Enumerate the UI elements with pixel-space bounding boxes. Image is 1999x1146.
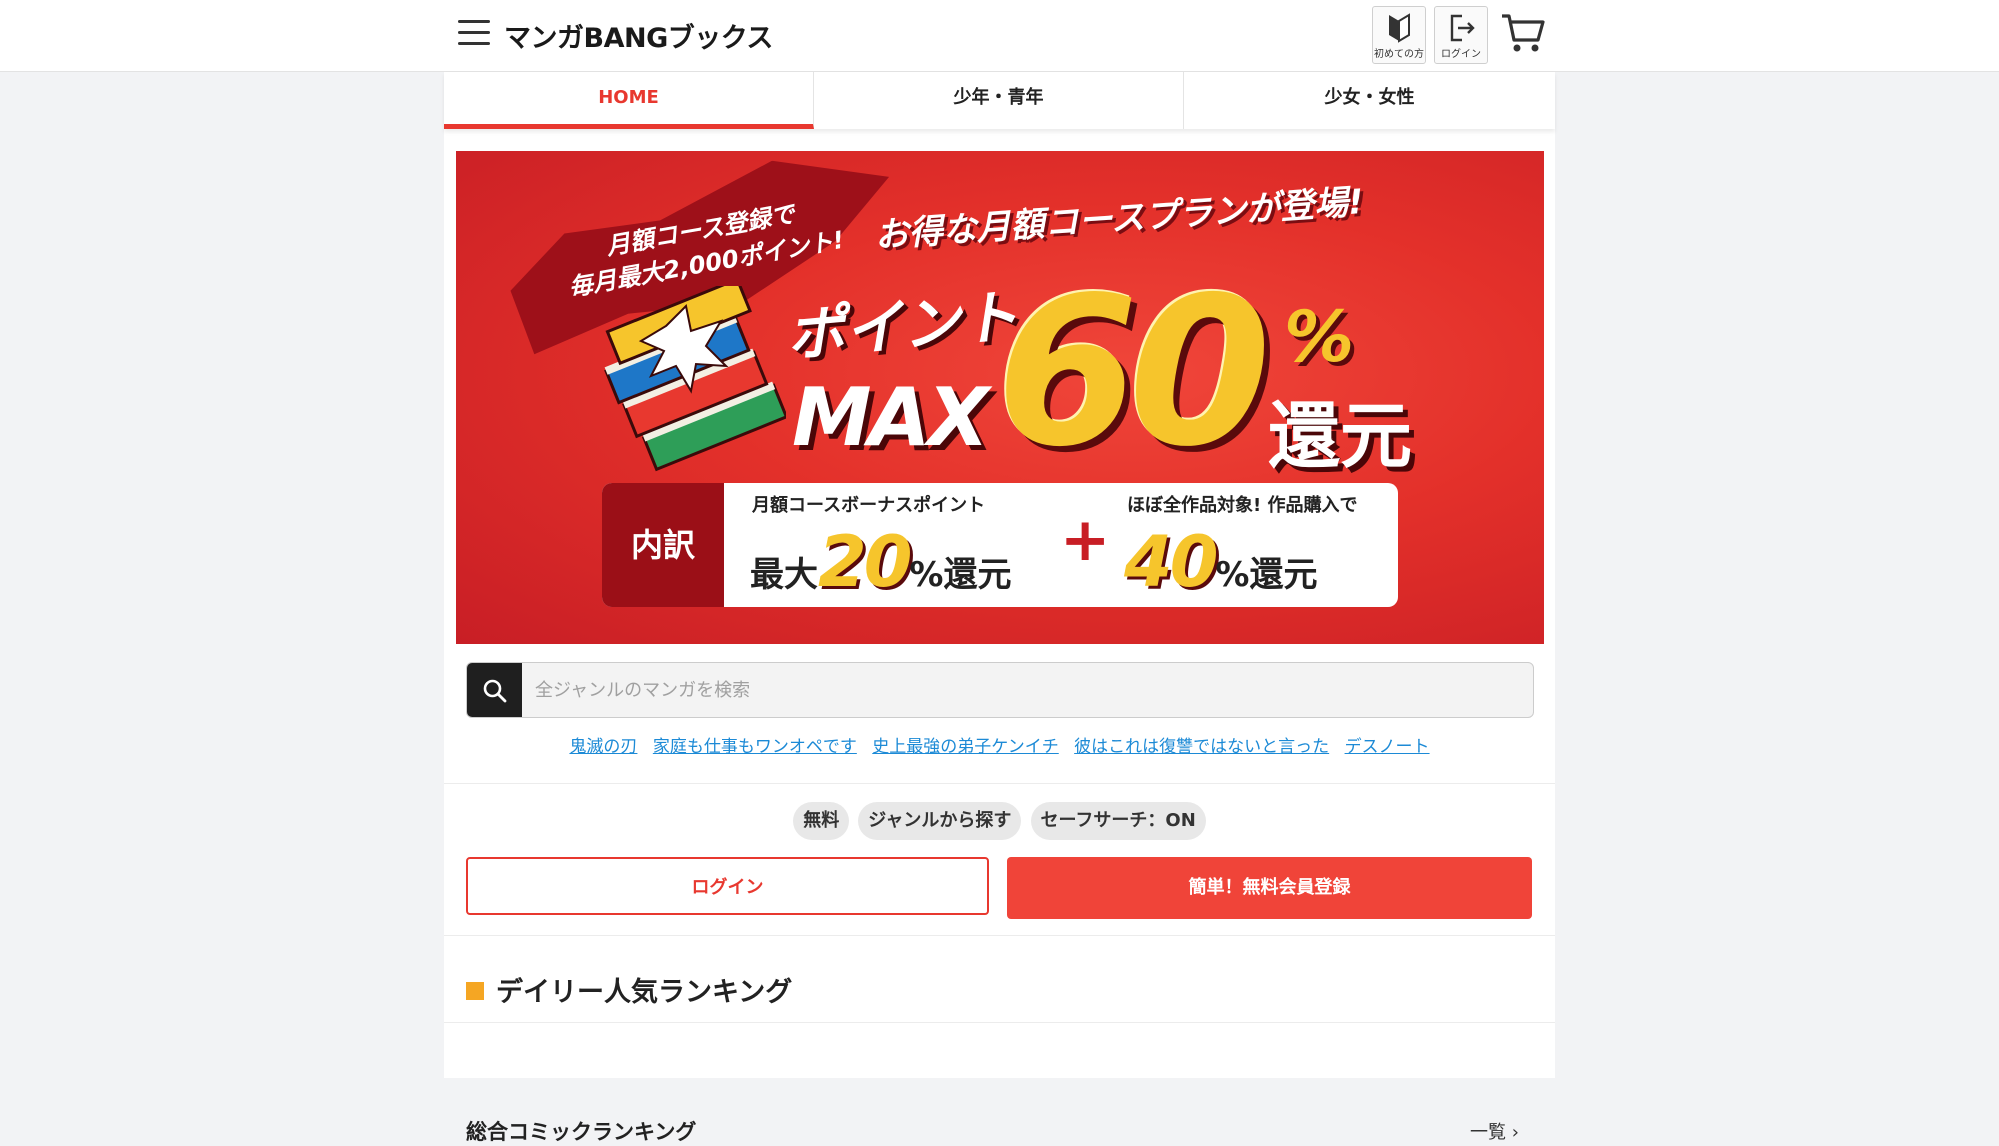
ranking-more-link[interactable]: 一覧 › [1470,1118,1519,1144]
search-button[interactable] [467,663,522,717]
breakdown-tag: 内訳 [602,483,724,607]
search-icon [483,679,507,703]
cart-icon [1502,14,1545,52]
divider [444,1022,1555,1023]
divider [444,935,1555,936]
keyword-link[interactable]: デスノート [1345,737,1430,757]
breakdown-left-number: 20 [818,521,912,603]
keyword-link[interactable]: 彼はこれは復讐ではないと言った [1074,737,1329,757]
banner-max-text: MAX [792,371,989,464]
main-content: HOME 少年・青年 少女・女性 月額コース登録で 毎月最大2,000ポイント!… [444,72,1555,1144]
site-header: マンガBANGブックス 初めての方 ログイン [0,0,1999,72]
ranking-subtitle: 総合コミックランキング [466,1120,697,1144]
banner-point-text: ポイント [783,281,1021,370]
login-button[interactable]: ログイン [466,857,989,915]
breakdown-plus-icon: + [1060,505,1111,575]
promo-banner[interactable]: 月額コース登録で 毎月最大2,000ポイント! お得な月額コースプランが登場! … [456,151,1544,644]
cart-button[interactable] [1500,12,1546,58]
banner-percent-sign: % [1284,296,1355,378]
beginner-mark-icon [1389,13,1410,43]
logout-arrow-icon [1450,14,1475,42]
filter-chips: 無料 ジャンルから探す セーフサーチ：ON [444,802,1555,840]
breakdown-left-sub: 月額コースボーナスポイント [752,495,986,516]
chip-safe-search[interactable]: セーフサーチ：ON [1030,802,1206,840]
tab-shojo-josei[interactable]: 少女・女性 [1184,72,1555,129]
beginner-guide-button[interactable]: 初めての方 [1372,6,1426,64]
site-logo[interactable]: マンガBANGブックス [504,16,773,55]
keyword-link[interactable]: 史上最強の弟子ケンイチ [872,737,1059,757]
breakdown-left-value: 最大20%還元 [750,521,1012,603]
search-input[interactable] [523,663,1533,717]
tab-shonen-seinen[interactable]: 少年・青年 [814,72,1184,129]
keyword-link[interactable]: 鬼滅の刃 [569,737,637,757]
breakdown-right-suffix: %還元 [1215,555,1318,595]
banner-kangen-text: 還元 [1268,394,1413,478]
section-title-daily-ranking: デイリー人気ランキング [466,970,792,1009]
search-bar [466,662,1534,718]
breakdown-right-number: 40 [1124,521,1218,603]
popular-keywords: 鬼滅の刃 家庭も仕事もワンオペです 史上最強の弟子ケンイチ 彼はこれは復讐ではな… [444,732,1555,757]
beginner-guide-label: 初めての方 [1374,49,1424,60]
breakdown-left-prefix: 最大 [750,555,818,595]
chip-free[interactable]: 無料 [793,802,850,840]
breakdown-right-sub: ほぼ全作品対象! 作品購入で [1127,495,1358,516]
section-title-text: デイリー人気ランキング [496,977,793,1008]
login-icon-label: ログイン [1441,49,1481,60]
category-tabs: HOME 少年・青年 少女・女性 [444,72,1555,129]
section-marker-icon [466,981,484,1000]
tab-home[interactable]: HOME [444,72,814,129]
chip-genre-search[interactable]: ジャンルから探す [858,802,1022,840]
banner-headline: お得な月額コースプランが登場! [873,181,1365,257]
divider [444,783,1555,784]
breakdown-right-value: 40%還元 [1124,521,1318,603]
banner-60-number: 60 [996,254,1271,492]
register-button[interactable]: 簡単！無料会員登録 [1007,857,1532,919]
keyword-link[interactable]: 家庭も仕事もワンオペです [653,737,857,757]
breakdown-left-suffix: %還元 [909,555,1012,595]
login-icon-button[interactable]: ログイン [1434,6,1488,64]
manga-books-illustration [604,286,786,472]
banner-breakdown-box: 内訳 月額コースボーナスポイント 最大20%還元 + ほぼ全作品対象! 作品購入… [602,483,1398,607]
hamburger-menu-icon[interactable] [458,20,490,50]
